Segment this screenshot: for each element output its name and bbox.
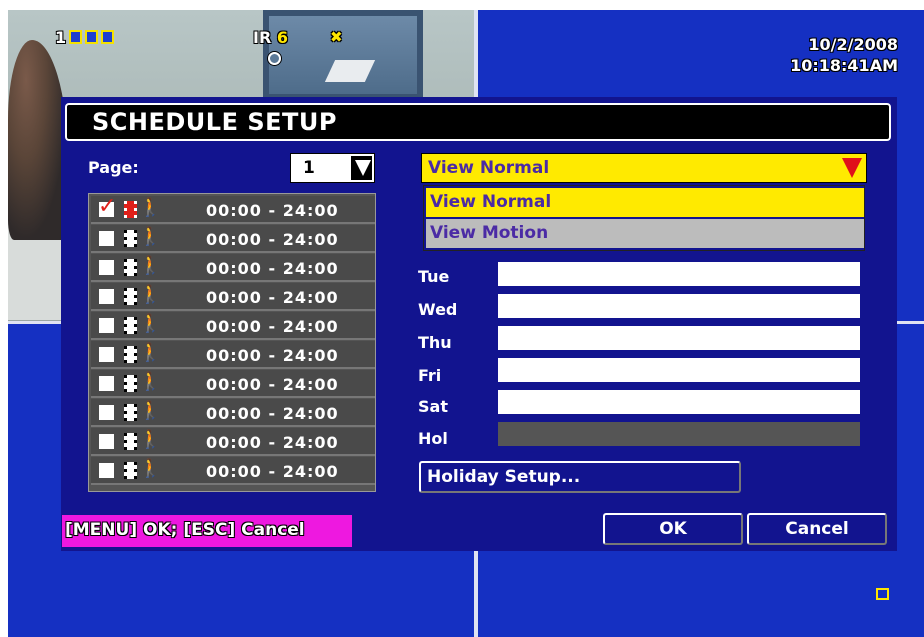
schedule-list: 🚶 00:00 - 24:00 🚶 00:00 - 24:00 🚶 00:00 …	[88, 193, 376, 492]
checkbox-icon[interactable]	[99, 463, 114, 478]
motion-person-icon[interactable]: 🚶	[139, 342, 161, 364]
view-mode-value: View Normal	[428, 158, 550, 178]
record-film-icon[interactable]	[124, 375, 137, 392]
schedule-time[interactable]: 00:00 - 24:00	[206, 201, 339, 220]
view-option-motion[interactable]: View Motion	[426, 219, 864, 248]
checkbox-icon[interactable]	[99, 260, 114, 275]
ir-indicator: IR 6	[253, 28, 288, 47]
holiday-setup-button[interactable]: Holiday Setup...	[419, 461, 741, 493]
day-label: Fri	[418, 366, 442, 385]
view-mode-select[interactable]: View Normal	[421, 153, 867, 183]
day-label: Tue	[418, 267, 450, 286]
channel-box-icon	[85, 30, 98, 44]
schedule-time[interactable]: 00:00 - 24:00	[206, 230, 339, 249]
channel-box-icon	[69, 30, 82, 44]
record-film-icon[interactable]	[124, 462, 137, 479]
day-timeline-bar[interactable]	[498, 262, 860, 286]
motion-person-icon[interactable]: 🚶	[139, 400, 161, 422]
date-text: 10/2/2008	[808, 35, 898, 54]
checkbox-icon[interactable]	[99, 347, 114, 362]
datetime-display: 10/2/2008 10:18:41AM	[790, 34, 898, 76]
motion-person-icon[interactable]: 🚶	[139, 197, 161, 219]
audio-mute-icon: ✖	[330, 28, 343, 46]
record-film-icon[interactable]	[124, 201, 137, 218]
record-film-icon[interactable]	[124, 230, 137, 247]
day-label: Sat	[418, 397, 448, 416]
day-timeline-bar[interactable]	[498, 358, 860, 382]
record-film-icon[interactable]	[124, 259, 137, 276]
chevron-down-icon[interactable]	[842, 158, 862, 178]
record-film-icon[interactable]	[124, 288, 137, 305]
checkbox-icon[interactable]	[99, 434, 114, 449]
schedule-time[interactable]: 00:00 - 24:00	[206, 259, 339, 278]
clock-icon	[268, 52, 281, 65]
day-label: Hol	[418, 429, 448, 448]
record-film-icon[interactable]	[124, 433, 137, 450]
schedule-time[interactable]: 00:00 - 24:00	[206, 433, 339, 452]
channel-status-icons	[69, 30, 114, 44]
motion-person-icon[interactable]: 🚶	[139, 429, 161, 451]
camera-window-shape	[263, 10, 423, 100]
day-label: Wed	[418, 300, 458, 319]
record-film-icon[interactable]	[124, 404, 137, 421]
schedule-row[interactable]: 🚶 00:00 - 24:00	[91, 457, 375, 485]
motion-person-icon[interactable]: 🚶	[139, 371, 161, 393]
motion-person-icon[interactable]: 🚶	[139, 313, 161, 335]
record-film-icon[interactable]	[124, 317, 137, 334]
ir-value: 6	[276, 28, 288, 47]
schedule-time[interactable]: 00:00 - 24:00	[206, 404, 339, 423]
schedule-row[interactable]: 🚶 00:00 - 24:00	[91, 370, 375, 398]
ir-label: IR	[253, 28, 272, 47]
page-value: 1	[303, 158, 315, 178]
schedule-row[interactable]: 🚶 00:00 - 24:00	[91, 254, 375, 282]
key-hint-bar: [MENU] OK; [ESC] Cancel	[62, 515, 352, 547]
schedule-time[interactable]: 00:00 - 24:00	[206, 346, 339, 365]
checkbox-icon[interactable]	[99, 231, 114, 246]
day-timeline-bar[interactable]	[498, 326, 860, 350]
camera-person-shape	[8, 40, 68, 240]
schedule-row[interactable]: 🚶 00:00 - 24:00	[91, 341, 375, 369]
motion-person-icon[interactable]: 🚶	[139, 255, 161, 277]
motion-person-icon[interactable]: 🚶	[139, 226, 161, 248]
motion-person-icon[interactable]: 🚶	[139, 458, 161, 480]
channel-box-icon	[101, 30, 114, 44]
schedule-row[interactable]: 🚶 00:00 - 24:00	[91, 225, 375, 253]
dialog-title: SCHEDULE SETUP	[92, 108, 337, 136]
day-timeline-bar[interactable]	[498, 294, 860, 318]
checkbox-icon[interactable]	[99, 289, 114, 304]
page-select[interactable]: 1	[290, 153, 375, 183]
view-mode-dropdown-list: View Normal View Motion	[423, 185, 865, 251]
schedule-time[interactable]: 00:00 - 24:00	[206, 375, 339, 394]
record-film-icon[interactable]	[124, 346, 137, 363]
schedule-row[interactable]: 🚶 00:00 - 24:00	[91, 194, 375, 224]
dialog-title-bar: SCHEDULE SETUP	[65, 103, 891, 141]
cancel-button[interactable]: Cancel	[747, 513, 887, 545]
channel-number: 1	[55, 28, 67, 47]
page-label: Page:	[88, 158, 139, 177]
schedule-time[interactable]: 00:00 - 24:00	[206, 288, 339, 307]
view-option-normal[interactable]: View Normal	[426, 188, 864, 217]
schedule-time[interactable]: 00:00 - 24:00	[206, 317, 339, 336]
checkbox-icon[interactable]	[99, 405, 114, 420]
holiday-timeline-bar[interactable]	[498, 422, 860, 446]
ok-button[interactable]: OK	[603, 513, 743, 545]
schedule-time[interactable]: 00:00 - 24:00	[206, 462, 339, 481]
motion-person-icon[interactable]: 🚶	[139, 284, 161, 306]
time-text: 10:18:41AM	[790, 56, 898, 75]
day-timeline-bar[interactable]	[498, 390, 860, 414]
checkbox-icon[interactable]	[99, 376, 114, 391]
schedule-row[interactable]: 🚶 00:00 - 24:00	[91, 283, 375, 311]
checkbox-icon[interactable]	[99, 318, 114, 333]
schedule-row[interactable]: 🚶 00:00 - 24:00	[91, 312, 375, 340]
schedule-setup-dialog: SCHEDULE SETUP Page: 1 🚶 00:00 - 24:00 🚶…	[61, 97, 897, 551]
hdd-icon	[876, 588, 889, 600]
day-label: Thu	[418, 333, 452, 352]
checkbox-icon[interactable]	[98, 194, 116, 219]
schedule-row[interactable]: 🚶 00:00 - 24:00	[91, 428, 375, 456]
chevron-down-icon[interactable]	[348, 156, 372, 180]
schedule-row[interactable]: 🚶 00:00 - 24:00	[91, 399, 375, 427]
